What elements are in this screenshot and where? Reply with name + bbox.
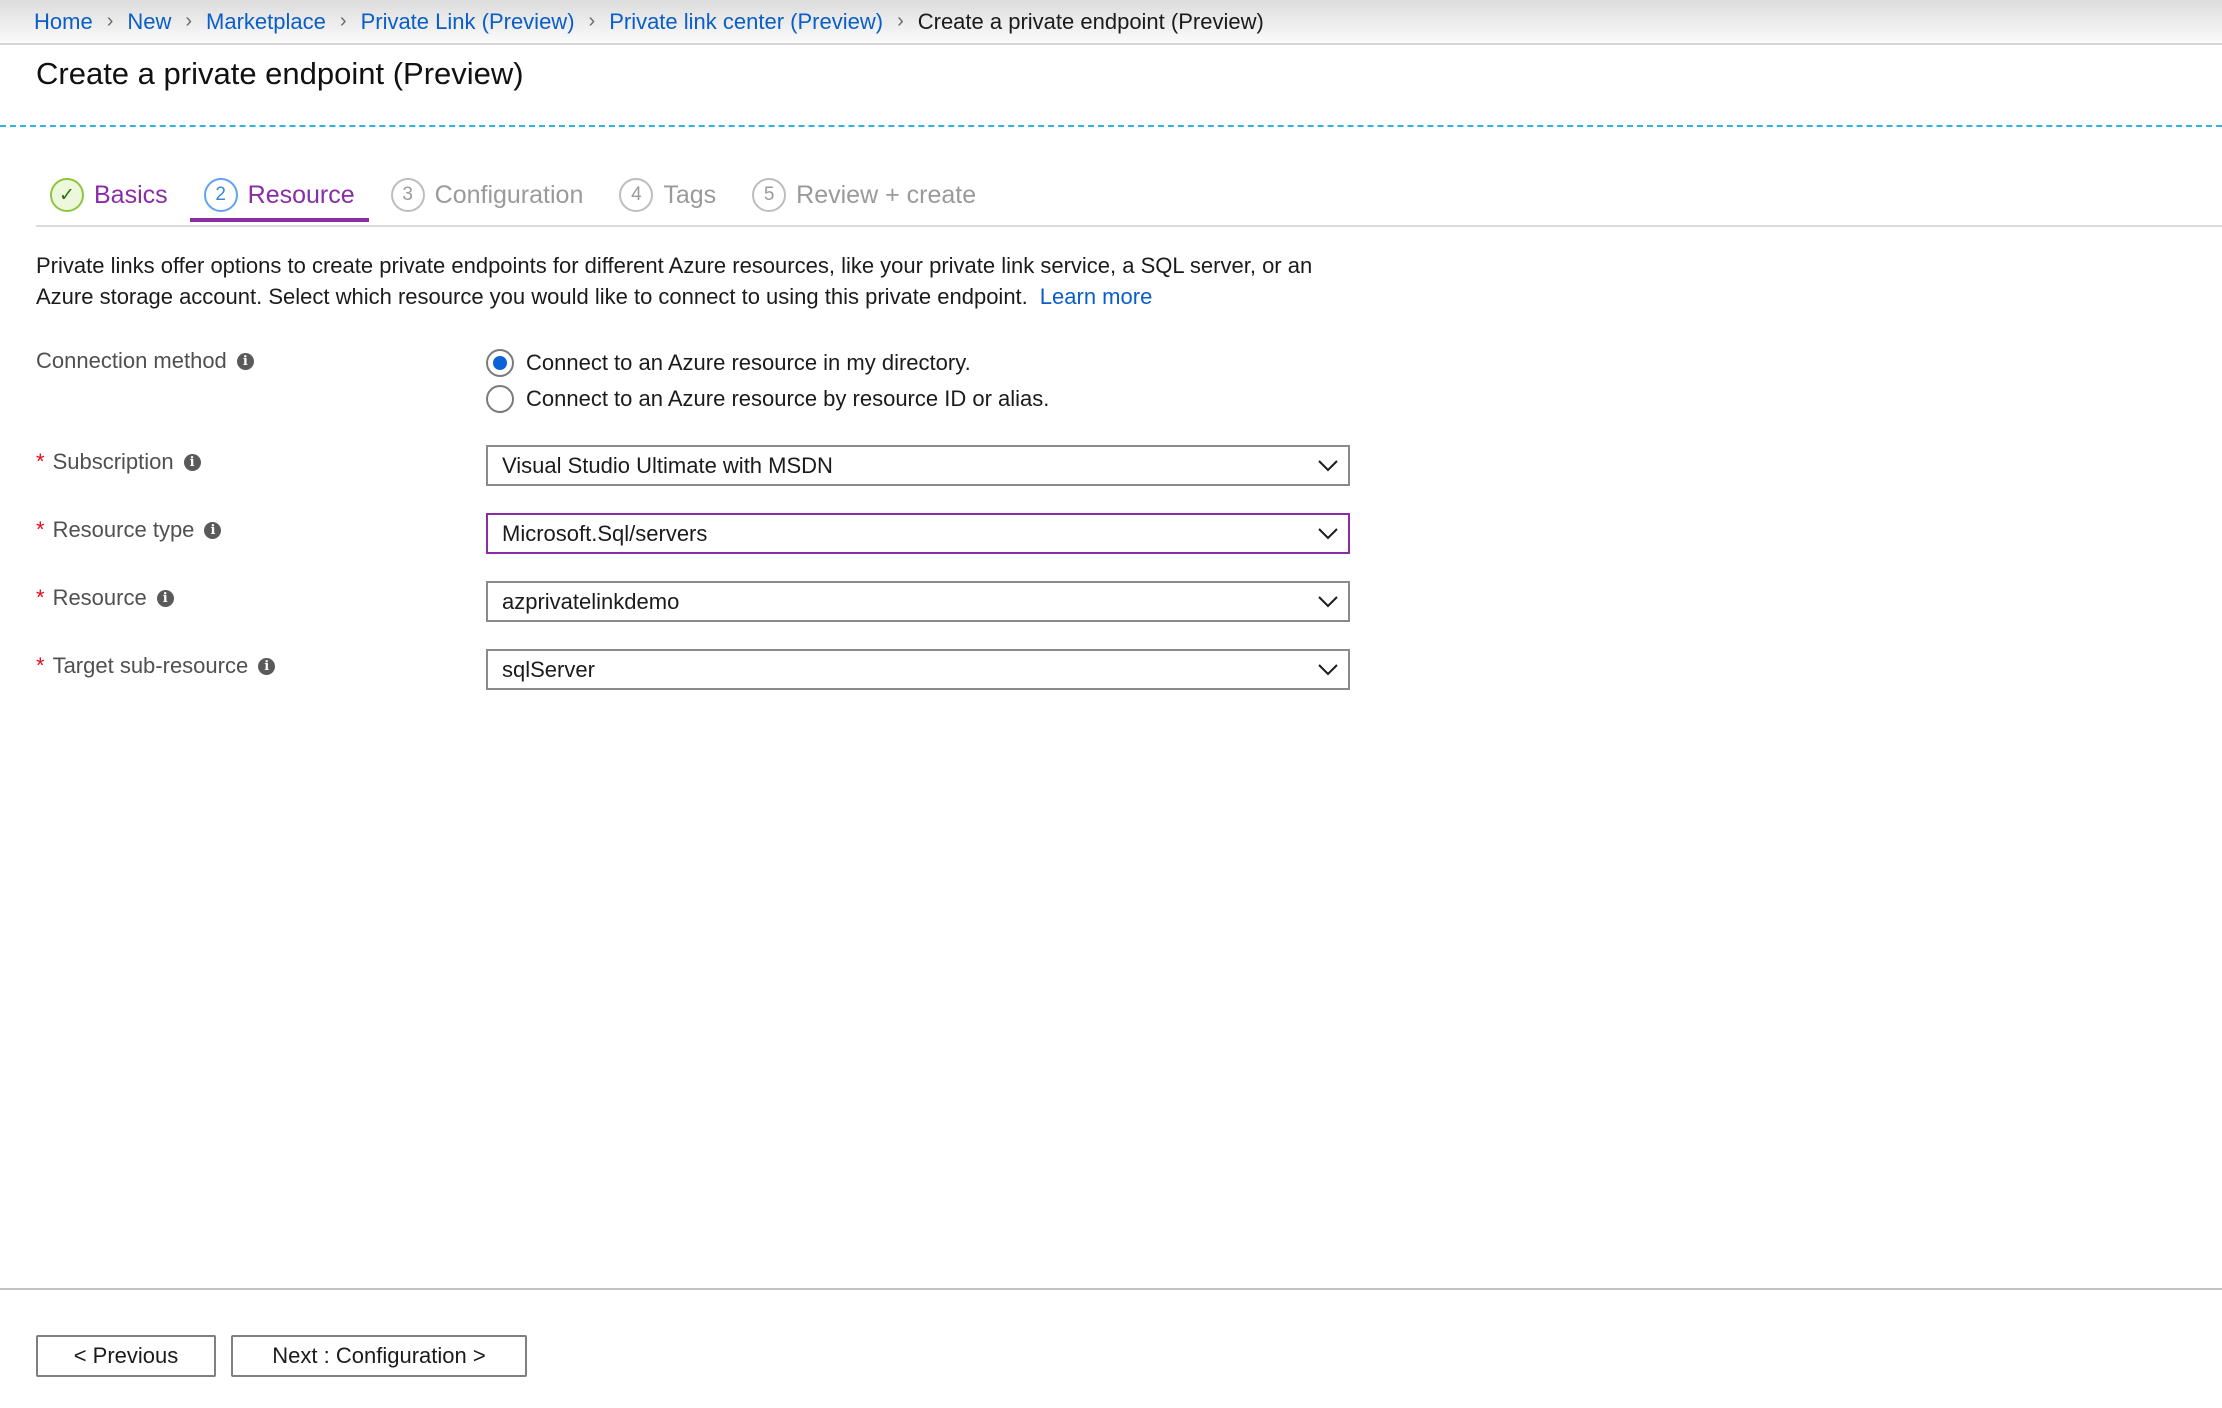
title-divider: [0, 125, 2222, 127]
breadcrumb-current: Create a private endpoint (Preview): [917, 8, 1264, 34]
breadcrumb-marketplace[interactable]: Marketplace: [206, 9, 326, 35]
target-sub-resource-value: sqlServer: [502, 656, 595, 682]
tab-review-create[interactable]: 5 Review + create: [738, 170, 990, 220]
chevron-down-icon: [1308, 651, 1348, 688]
page-title: Create a private endpoint (Preview): [36, 56, 524, 91]
breadcrumb-home[interactable]: Home: [34, 9, 93, 35]
step-number-icon: 5: [752, 178, 787, 212]
resource-value: azprivatelinkdemo: [502, 588, 680, 614]
tab-label: Configuration: [434, 180, 584, 209]
chevron-right-icon: ›: [339, 10, 347, 32]
required-marker: *: [36, 585, 45, 610]
field-label-text: Resource: [52, 585, 147, 610]
subscription-label: * Subscription i: [36, 449, 201, 475]
footer-divider: [0, 1288, 2222, 1290]
radio-label: Connect to an Azure resource by resource…: [526, 386, 1050, 411]
tab-configuration[interactable]: 3 Configuration: [377, 170, 598, 220]
tabs-divider: [36, 225, 2222, 227]
target-sub-resource-label: * Target sub-resource i: [36, 653, 276, 679]
chevron-right-icon: ›: [897, 10, 904, 32]
radio-button[interactable]: [486, 385, 514, 413]
tab-tags[interactable]: 4 Tags: [605, 170, 730, 220]
connection-method-radio-group: Connect to an Azure resource in my direc…: [486, 345, 1049, 417]
field-label-text: Resource type: [52, 517, 195, 542]
radio-button-selected[interactable]: [486, 349, 514, 377]
breadcrumb: Home › New › Marketplace › Private Link …: [0, 0, 2222, 45]
intro-text: Private links offer options to create pr…: [36, 250, 1356, 312]
required-marker: *: [36, 653, 45, 678]
resource-type-value: Microsoft.Sql/servers: [502, 520, 708, 546]
info-icon[interactable]: i: [156, 589, 174, 607]
chevron-down-icon: [1308, 515, 1348, 552]
radio-option-resource-id[interactable]: Connect to an Azure resource by resource…: [486, 381, 1049, 417]
tab-resource[interactable]: 2 Resource: [189, 170, 369, 222]
subscription-value: Visual Studio Ultimate with MSDN: [502, 452, 833, 478]
breadcrumb-new[interactable]: New: [127, 9, 171, 35]
chevron-right-icon: ›: [185, 10, 193, 32]
breadcrumb-private-link-center[interactable]: Private link center (Preview): [609, 9, 883, 35]
resource-type-label: * Resource type i: [36, 517, 222, 543]
radio-label: Connect to an Azure resource in my direc…: [526, 350, 971, 375]
info-icon[interactable]: i: [204, 521, 222, 539]
tab-label: Resource: [247, 180, 355, 209]
info-icon[interactable]: i: [258, 657, 276, 675]
step-number-icon: 2: [203, 178, 238, 212]
tab-label: Review + create: [796, 180, 977, 209]
resource-label: * Resource i: [36, 585, 174, 611]
breadcrumb-private-link[interactable]: Private Link (Preview): [361, 9, 575, 35]
tab-basics[interactable]: ✓ Basics: [36, 170, 182, 220]
chevron-right-icon: ›: [106, 10, 114, 32]
chevron-right-icon: ›: [588, 10, 596, 32]
chevron-down-icon: [1308, 447, 1348, 484]
chevron-down-icon: [1308, 583, 1348, 620]
connection-method-label: Connection method i: [36, 348, 254, 374]
step-number-icon: 3: [390, 178, 425, 212]
radio-dot: [493, 356, 507, 370]
tab-label: Tags: [663, 180, 717, 209]
checkmark-icon: ✓: [50, 178, 84, 212]
next-configuration-button[interactable]: Next : Configuration >: [231, 1335, 527, 1377]
field-label-text: Connection method: [36, 348, 227, 373]
target-sub-resource-dropdown[interactable]: sqlServer: [486, 649, 1350, 690]
resource-type-dropdown[interactable]: Microsoft.Sql/servers: [486, 513, 1350, 554]
radio-option-directory[interactable]: Connect to an Azure resource in my direc…: [486, 345, 1049, 381]
step-number-icon: 4: [619, 178, 654, 212]
info-icon[interactable]: i: [183, 453, 201, 471]
field-label-text: Subscription: [52, 449, 174, 474]
learn-more-link[interactable]: Learn more: [1040, 284, 1153, 309]
tab-label: Basics: [94, 180, 168, 209]
required-marker: *: [36, 517, 45, 542]
field-label-text: Target sub-resource: [52, 653, 249, 678]
info-icon[interactable]: i: [236, 352, 254, 370]
wizard-tabs: ✓ Basics 2 Resource 3 Configuration 4 Ta…: [36, 170, 998, 226]
resource-dropdown[interactable]: azprivatelinkdemo: [486, 581, 1350, 622]
required-marker: *: [36, 449, 45, 474]
subscription-dropdown[interactable]: Visual Studio Ultimate with MSDN: [486, 445, 1350, 486]
previous-button[interactable]: < Previous: [36, 1335, 216, 1377]
